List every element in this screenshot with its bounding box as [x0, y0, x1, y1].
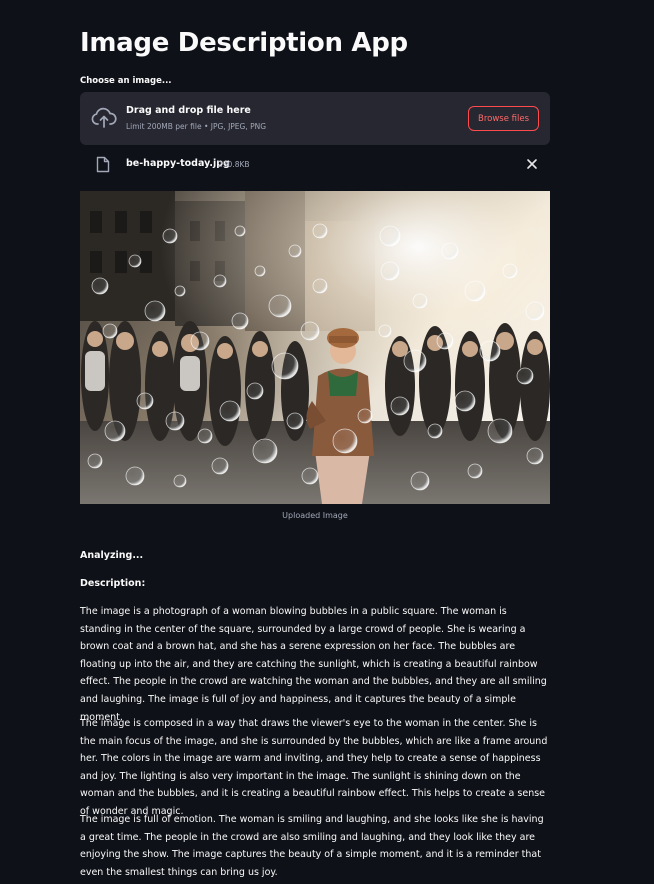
- file-dropzone[interactable]: Drag and drop file here Limit 200MB per …: [80, 92, 550, 145]
- status-text: Analyzing...: [80, 550, 144, 561]
- uploaded-photo: [80, 191, 550, 504]
- close-icon[interactable]: [526, 158, 538, 170]
- file-name: be-happy-today.jpg: [126, 158, 230, 169]
- description-paragraph: The image is composed in a way that draw…: [80, 718, 548, 817]
- uploader-label: Choose an image...: [80, 76, 172, 86]
- page-title: Image Description App: [80, 28, 408, 58]
- file-size: 230.8KB: [218, 160, 250, 169]
- description-heading: Description:: [80, 578, 146, 589]
- uploaded-file-row: be-happy-today.jpg 230.8KB: [80, 153, 550, 177]
- dropzone-title: Drag and drop file here: [126, 105, 251, 116]
- file-icon: [96, 156, 110, 173]
- image-caption: Uploaded Image: [282, 511, 348, 520]
- dropzone-limit-text: Limit 200MB per file • JPG, JPEG, PNG: [126, 122, 267, 131]
- description-paragraph: The image is full of emotion. The woman …: [80, 814, 544, 878]
- uploaded-image: [80, 191, 550, 504]
- description-paragraph: The image is a photograph of a woman blo…: [80, 606, 547, 723]
- browse-files-button[interactable]: Browse files: [468, 106, 539, 131]
- cloud-upload-icon: [91, 107, 117, 128]
